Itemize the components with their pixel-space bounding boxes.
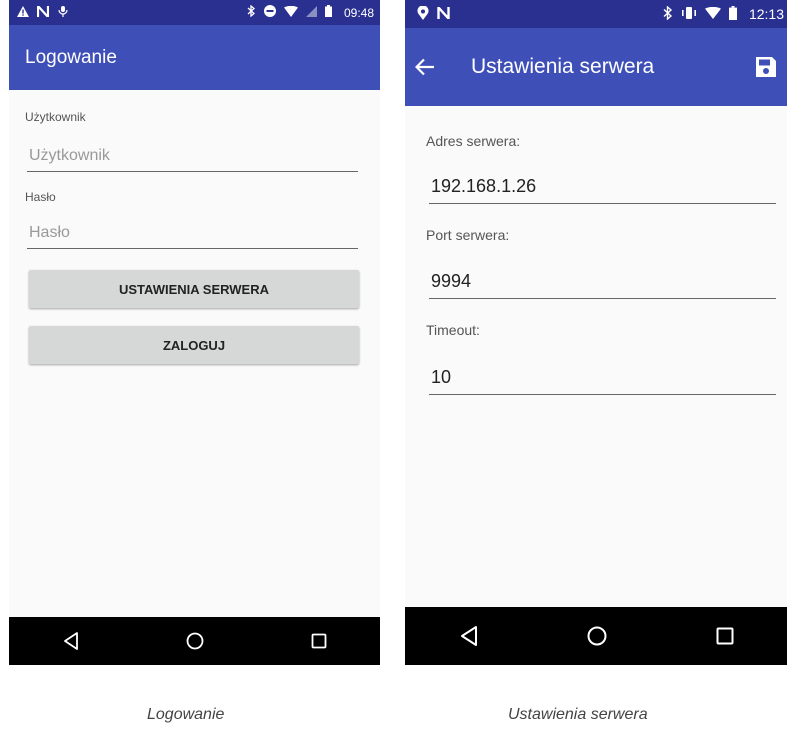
back-nav-icon[interactable] <box>63 632 79 650</box>
status-bar: 09:48 <box>9 0 380 25</box>
login-screen: 09:48 Logowanie Użytkownik Użytkownik Ha… <box>9 0 380 665</box>
back-nav-icon[interactable] <box>460 626 478 646</box>
server-port-label: Port serwera: <box>426 227 510 243</box>
navigation-bar <box>405 607 787 665</box>
back-arrow-icon[interactable] <box>415 58 435 76</box>
server-address-label: Adres serwera: <box>426 133 521 149</box>
username-label: Użytkownik <box>25 110 86 124</box>
password-placeholder: Hasło <box>29 224 70 241</box>
timeout-label: Timeout: <box>426 322 480 338</box>
mic-icon <box>57 5 69 20</box>
page-title: Ustawienia serwera <box>471 55 655 78</box>
username-placeholder: Użytkownik <box>29 147 110 164</box>
login-screen-caption: Logowanie <box>147 706 225 723</box>
server-address-input[interactable]: 192.168.1.26 <box>429 164 776 204</box>
navigation-bar <box>9 617 380 665</box>
no-signal-icon <box>305 5 317 20</box>
location-icon <box>417 4 429 23</box>
bluetooth-icon <box>662 4 673 23</box>
status-time: 12:13 <box>748 6 784 22</box>
server-port-input[interactable]: 9994 <box>429 258 776 299</box>
server-settings-caption: Ustawienia serwera <box>508 706 648 723</box>
login-button[interactable]: ZALOGUJ <box>29 326 359 364</box>
save-icon[interactable] <box>754 55 778 79</box>
warning-icon <box>17 5 29 20</box>
n-notification-icon <box>36 2 50 20</box>
status-time: 09:48 <box>343 5 374 20</box>
home-nav-icon[interactable] <box>186 632 204 650</box>
bluetooth-icon <box>246 4 256 20</box>
timeout-input[interactable]: 10 <box>429 354 776 395</box>
vibrate-icon <box>681 6 697 23</box>
battery-icon <box>728 5 737 23</box>
n-notification-icon <box>437 4 450 22</box>
timeout-value: 10 <box>431 367 452 387</box>
wifi-icon <box>704 6 721 22</box>
page-title: Logowanie <box>25 46 117 68</box>
app-bar: Logowanie <box>9 25 380 90</box>
server-settings-form: Adres serwera: 192.168.1.26 Port serwera… <box>405 106 787 607</box>
do-not-disturb-icon <box>263 5 276 20</box>
status-bar: 12:13 <box>405 0 787 28</box>
server-port-value: 9994 <box>431 271 472 291</box>
server-settings-button[interactable]: USTAWIENIA SERWERA <box>29 270 359 308</box>
password-label: Hasło <box>25 190 56 204</box>
server-settings-screen: 12:13 Ustawienia serwera Adres serwera: … <box>405 0 787 665</box>
wifi-icon <box>283 5 298 20</box>
recents-nav-icon[interactable] <box>311 633 327 649</box>
home-nav-icon[interactable] <box>587 626 607 646</box>
password-input[interactable]: Hasło <box>27 217 358 249</box>
username-input[interactable]: Użytkownik <box>27 137 358 172</box>
login-form: Użytkownik Użytkownik Hasło Hasło USTAWI… <box>9 90 380 617</box>
app-bar: Ustawienia serwera <box>405 28 787 106</box>
recents-nav-icon[interactable] <box>716 627 734 645</box>
battery-icon <box>324 5 332 20</box>
server-address-value: 192.168.1.26 <box>431 176 537 196</box>
